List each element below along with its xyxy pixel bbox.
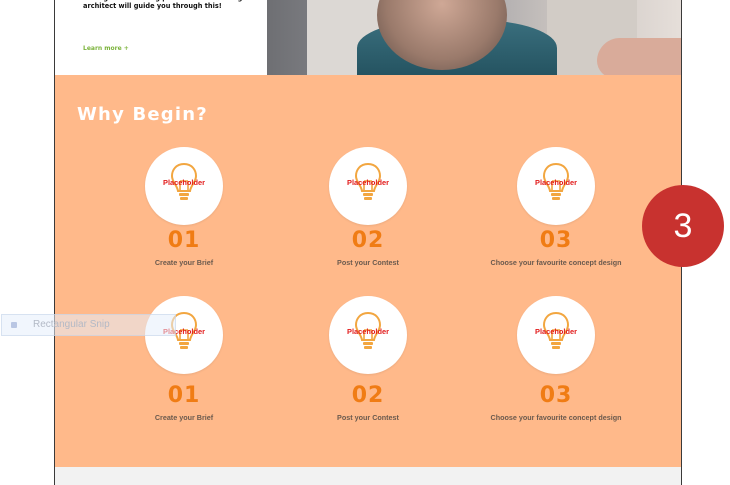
step-caption: Post your Contest (337, 258, 399, 267)
hero-body-text: through the building process. Your leadi… (83, 0, 242, 11)
step-caption: Create your Brief (154, 258, 214, 267)
step-number: 02 (351, 383, 385, 408)
placeholder-text: Placeholder (163, 178, 205, 187)
snip-tooltip[interactable]: Rectangular Snip (1, 314, 176, 336)
step-card: Placeholder 03 Choose your favourite con… (486, 147, 626, 268)
photo-hand (597, 38, 681, 75)
step-caption: Choose your favourite concept design (490, 258, 622, 267)
step-caption: Create your Brief (154, 413, 214, 422)
placeholder-text: Placeholder (535, 327, 577, 336)
step-number: 02 (351, 228, 385, 253)
snip-icon (11, 322, 17, 328)
step-image: Placeholder (145, 147, 223, 225)
step-card: Placeholder 02 Post your Contest (298, 296, 438, 423)
placeholder-text: Placeholder (535, 178, 577, 187)
learn-more-link[interactable]: Learn more + (83, 45, 129, 52)
placeholder-text: Placeholder (347, 178, 389, 187)
step-image: Placeholder (329, 147, 407, 225)
why-begin-section: Why Begin? Placeholder 01 Create your Br… (55, 75, 681, 467)
next-section-strip (55, 467, 681, 485)
step-image: Placeholder (517, 147, 595, 225)
step-image: Placeholder (517, 296, 595, 374)
step-card: Placeholder 02 Post your Contest (298, 147, 438, 268)
step-badge: 3 (642, 185, 724, 267)
step-number: 03 (539, 383, 573, 408)
step-caption: Post your Contest (337, 413, 399, 422)
hero-text-panel: through the building process. Your leadi… (55, 0, 267, 75)
placeholder-text: Placeholder (347, 327, 389, 336)
step-number: 01 (167, 383, 201, 408)
step-caption: Choose your favourite concept design (490, 413, 622, 422)
step-card: Placeholder 01 Create your Brief (114, 147, 254, 268)
section-title: Why Begin? (77, 104, 208, 125)
step-image: Placeholder (329, 296, 407, 374)
hero-photo (267, 0, 681, 75)
page-frame: through the building process. Your leadi… (54, 0, 682, 485)
step-number: 03 (539, 228, 573, 253)
snip-label: Rectangular Snip (33, 319, 110, 330)
step-number: 01 (167, 228, 201, 253)
step-card: Placeholder 03 Choose your favourite con… (486, 296, 626, 423)
